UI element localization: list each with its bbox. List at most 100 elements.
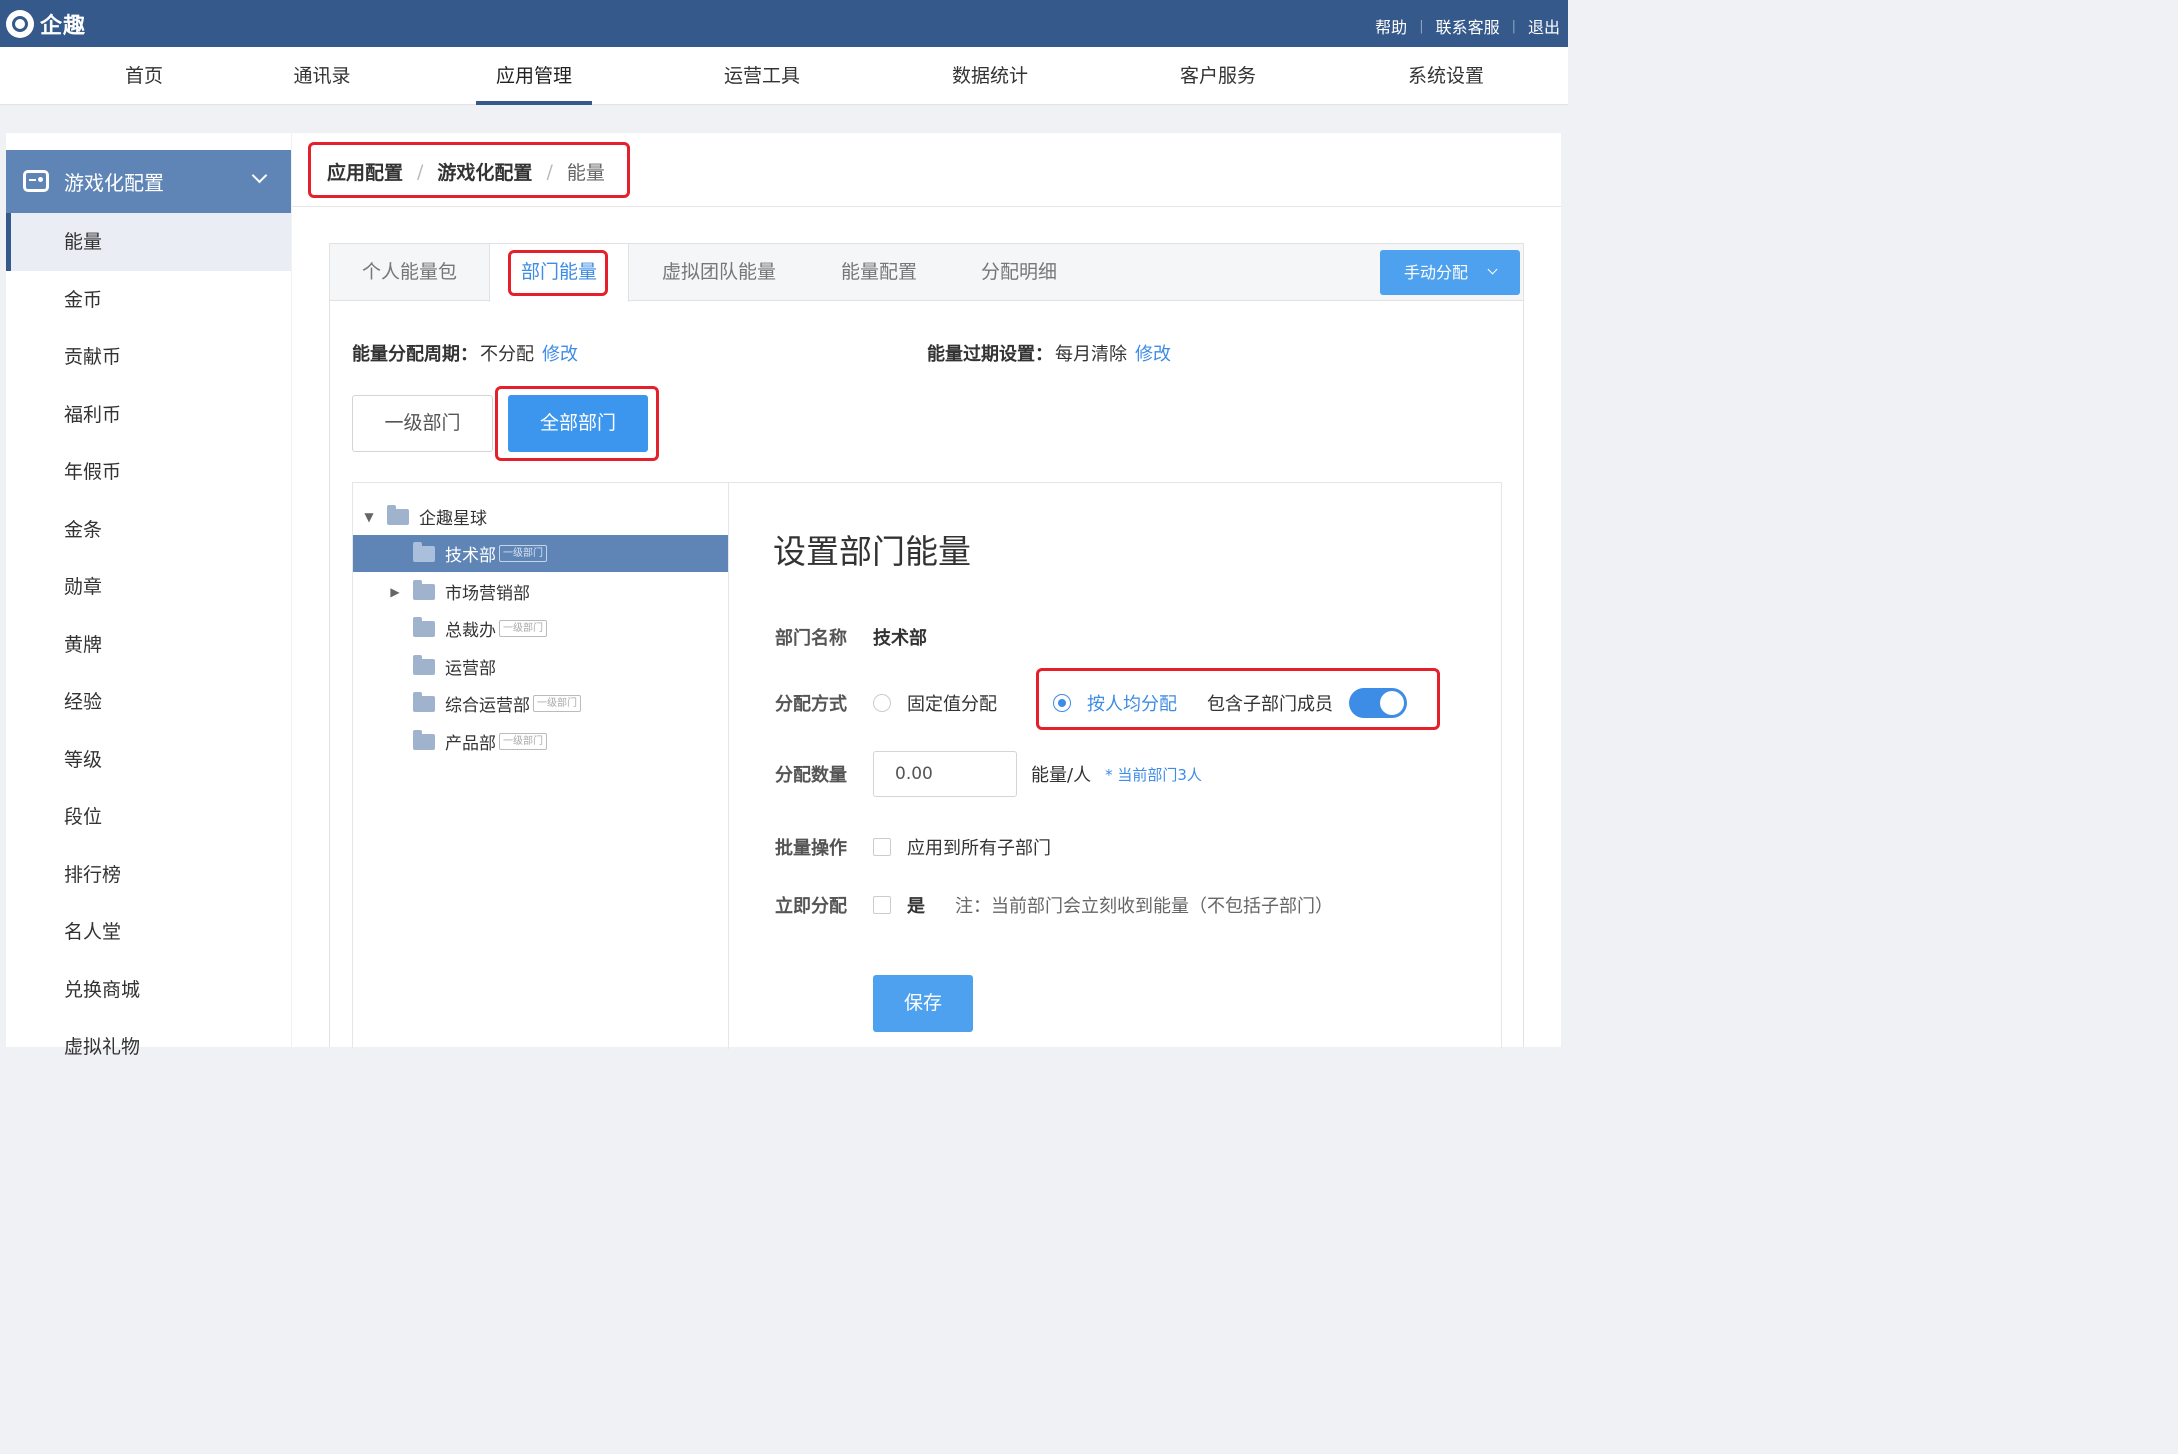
tree-node-tech[interactable]: 技术部 一级部门 xyxy=(353,535,728,572)
sidebar-item-gold-bar[interactable]: 金条 xyxy=(6,501,291,559)
level1-tag: 一级部门 xyxy=(499,545,547,562)
immediate-option[interactable]: 是 xyxy=(907,892,925,918)
allocation-cycle-value: 不分配 xyxy=(480,344,534,365)
sidebar-item-gold-coin[interactable]: 金币 xyxy=(6,271,291,329)
tab-personal-energy[interactable]: 个人能量包 xyxy=(330,244,489,301)
sidebar-item-yellow-card[interactable]: 黄牌 xyxy=(6,616,291,674)
sidebar-item-hall-of-fame[interactable]: 名人堂 xyxy=(6,903,291,961)
immediate-label: 立即分配 xyxy=(775,896,847,917)
tree-node-label: 运营部 xyxy=(445,659,496,679)
tree-node-product[interactable]: 产品部 一级部门 xyxy=(353,723,728,760)
sidebar-item-virtual-gift[interactable]: 虚拟礼物 xyxy=(6,1018,291,1076)
folder-icon xyxy=(413,579,435,600)
immediate-checkbox[interactable] xyxy=(873,896,891,914)
logout-link[interactable]: 退出 xyxy=(1528,14,1560,38)
sidebar-item-exchange-store[interactable]: 兑换商城 xyxy=(6,961,291,1019)
sidebar-item-leaderboard[interactable]: 排行榜 xyxy=(6,846,291,904)
apply-all-sub-checkbox[interactable] xyxy=(873,838,891,856)
dept-name-value: 技术部 xyxy=(873,628,927,649)
amount-input[interactable]: 0.00 xyxy=(873,751,1017,797)
breadcrumb-sep: / xyxy=(417,160,424,183)
dept-name-label: 部门名称 xyxy=(775,628,847,649)
member-count-hint: * 当前部门3人 xyxy=(1105,765,1202,784)
sidebar-item-rank[interactable]: 段位 xyxy=(6,788,291,846)
nav-app-management[interactable]: 应用管理 xyxy=(476,47,592,105)
breadcrumb-gamification[interactable]: 游戏化配置 xyxy=(437,158,532,185)
tree-node-operations[interactable]: 运营部 xyxy=(353,648,728,685)
tree-root[interactable]: ▼ 企趣星球 xyxy=(353,498,728,535)
batch-label: 批量操作 xyxy=(775,838,847,859)
tree-node-label: 综合运营部 xyxy=(445,696,530,716)
method-row: 分配方式 固定值分配 按人均分配 包含子部门成员 xyxy=(775,688,1407,718)
nav-customer-service[interactable]: 客户服务 xyxy=(1168,47,1268,105)
nav-contacts[interactable]: 通讯录 xyxy=(277,47,367,105)
divider: | xyxy=(1419,18,1424,34)
expiry-setting: 能量过期设置： 每月清除 修改 xyxy=(927,340,1171,366)
app-logo[interactable]: 企趣 xyxy=(6,8,86,40)
tab-department-energy[interactable]: 部门能量 xyxy=(489,244,629,302)
nav-home[interactable]: 首页 xyxy=(104,47,184,105)
sidebar-item-medal[interactable]: 勋章 xyxy=(6,558,291,616)
nav-system-settings[interactable]: 系统设置 xyxy=(1396,47,1496,105)
batch-row: 批量操作 应用到所有子部门 xyxy=(775,834,1051,860)
content-area: 应用配置 / 游戏化配置 / 能量 个人能量包 部门能量 虚拟团队能量 能量配置… xyxy=(292,133,1561,1049)
edit-cycle-link[interactable]: 修改 xyxy=(542,340,578,366)
tree-node-marketing[interactable]: ▶ 市场营销部 xyxy=(353,573,728,610)
caret-right-icon[interactable]: ▶ xyxy=(389,585,401,599)
per-capita-radio[interactable] xyxy=(1053,694,1071,712)
tree-node-ceo-office[interactable]: 总裁办 一级部门 xyxy=(353,610,728,647)
tree-node-label: 企趣星球 xyxy=(419,509,487,529)
gamepad-icon xyxy=(23,170,49,192)
app-name: 企趣 xyxy=(40,14,87,39)
apply-all-sub-label[interactable]: 应用到所有子部门 xyxy=(907,834,1051,860)
fixed-value-radio[interactable] xyxy=(873,694,891,712)
energy-panel: 个人能量包 部门能量 虚拟团队能量 能量配置 分配明细 手动分配 能量分配周期：… xyxy=(329,243,1524,1049)
amount-unit: 能量/人 xyxy=(1031,765,1092,786)
level1-tag: 一级部门 xyxy=(533,695,581,712)
sidebar-item-contribution-coin[interactable]: 贡献币 xyxy=(6,328,291,386)
divider xyxy=(292,206,1561,207)
immediate-note: 注：当前部门会立刻收到能量（不包括子部门） xyxy=(955,896,1333,917)
per-capita-label[interactable]: 按人均分配 xyxy=(1087,690,1177,716)
help-link[interactable]: 帮助 xyxy=(1375,14,1407,38)
nav-ops-tools[interactable]: 运营工具 xyxy=(712,47,812,105)
tree-node-general-ops[interactable]: 综合运营部 一级部门 xyxy=(353,685,728,722)
include-sub-toggle[interactable] xyxy=(1349,688,1407,718)
amount-row: 分配数量 0.00 能量/人 * 当前部门3人 xyxy=(775,751,1202,797)
level1-tag: 一级部门 xyxy=(499,733,547,750)
nav-statistics[interactable]: 数据统计 xyxy=(940,47,1040,105)
sidebar-item-energy[interactable]: 能量 xyxy=(6,213,291,271)
sidebar-item-level[interactable]: 等级 xyxy=(6,731,291,789)
edit-expiry-link[interactable]: 修改 xyxy=(1135,340,1171,366)
level1-tag: 一级部门 xyxy=(499,620,547,637)
support-link[interactable]: 联系客服 xyxy=(1436,14,1500,38)
tab-virtual-team-energy[interactable]: 虚拟团队能量 xyxy=(639,244,799,301)
fixed-value-label[interactable]: 固定值分配 xyxy=(907,690,997,716)
folder-icon xyxy=(413,729,435,750)
folder-icon xyxy=(413,541,435,562)
expiry-label: 能量过期设置： xyxy=(927,344,1053,365)
include-sub-label: 包含子部门成员 xyxy=(1207,694,1333,715)
caret-down-icon[interactable]: ▼ xyxy=(363,510,375,524)
breadcrumb-app-config[interactable]: 应用配置 xyxy=(327,158,403,185)
dept-energy-form: 设置部门能量 部门名称 技术部 分配方式 固定值分配 按人均分配 包含子部门成员 xyxy=(729,483,1501,1049)
tree-node-label: 技术部 xyxy=(445,546,496,566)
sidebar-item-welfare-coin[interactable]: 福利币 xyxy=(6,386,291,444)
sidebar: 游戏化配置 能量 金币 贡献币 福利币 年假币 金条 勋章 黄牌 经验 等级 段… xyxy=(6,133,291,1058)
chevron-down-icon xyxy=(251,167,268,184)
tab-energy-config[interactable]: 能量配置 xyxy=(819,244,939,301)
all-dept-button[interactable]: 全部部门 xyxy=(508,395,648,452)
sidebar-section-gamification[interactable]: 游戏化配置 xyxy=(6,150,291,213)
folder-icon xyxy=(413,616,435,637)
manual-allocate-button[interactable]: 手动分配 xyxy=(1380,250,1520,295)
sidebar-item-experience[interactable]: 经验 xyxy=(6,673,291,731)
breadcrumb: 应用配置 / 游戏化配置 / 能量 xyxy=(327,158,605,185)
tab-allocation-detail[interactable]: 分配明细 xyxy=(959,244,1079,301)
level1-dept-button[interactable]: 一级部门 xyxy=(352,395,493,452)
sidebar-item-leave-coin[interactable]: 年假币 xyxy=(6,443,291,501)
save-button[interactable]: 保存 xyxy=(873,975,973,1032)
allocation-cycle-label: 能量分配周期： xyxy=(352,344,478,365)
main-nav: 首页 通讯录 应用管理 运营工具 数据统计 客户服务 系统设置 xyxy=(0,47,1568,105)
logo-icon xyxy=(6,10,34,38)
form-title: 设置部门能量 xyxy=(773,532,971,571)
